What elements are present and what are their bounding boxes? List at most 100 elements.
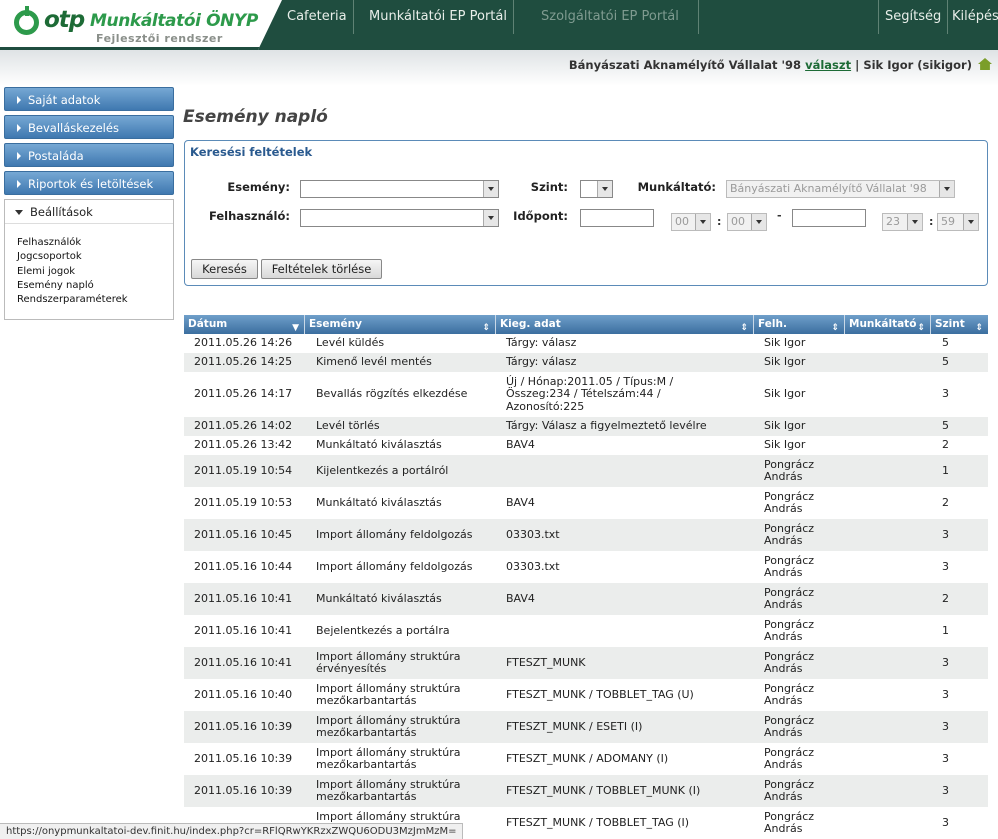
home-icon[interactable] xyxy=(978,58,992,70)
column-header-date[interactable]: Dátum ▼ xyxy=(184,315,305,334)
cell-line: Azonosító:225 xyxy=(506,399,585,413)
from-minute-select[interactable]: 00 xyxy=(727,213,767,231)
cell-line: András xyxy=(764,790,803,803)
sidebar-subitem-rendszerparameterek[interactable]: Rendszerparaméterek xyxy=(17,293,173,307)
cell-level: 2 xyxy=(942,436,982,455)
column-header-user[interactable]: Felh. ⇕ xyxy=(754,315,845,334)
chevron-down-icon xyxy=(15,210,23,215)
nav-munkaltatoi-ep-portal[interactable]: Munkáltatói EP Portál xyxy=(363,0,514,34)
cell-line: Tárgy: válasz xyxy=(506,355,577,369)
table-row[interactable]: 2011.05.26 14:25 Kimenő levél mentés Tárgy… xyxy=(184,353,988,372)
cell-text: 3 xyxy=(942,751,949,765)
column-header-event[interactable]: Esemény ⇕ xyxy=(305,315,496,334)
table-row[interactable]: 2011.05.16 10:41 Import állomány struktúr… xyxy=(184,647,988,679)
cell-level: 3 xyxy=(942,551,982,583)
logout-link[interactable]: Kilépés xyxy=(946,0,998,34)
cell-date: 2011.05.16 10:40 xyxy=(194,679,304,711)
table-row[interactable]: 2011.05.16 10:40 Import állomány struktúr… xyxy=(184,679,988,711)
cell-event: Munkáltató kiválasztás xyxy=(316,487,504,519)
cell-date: 2011.05.26 14:17 xyxy=(194,372,304,417)
change-company-link[interactable]: választ xyxy=(805,58,851,72)
sidebar-item-riportok[interactable]: Riportok és letöltések xyxy=(4,171,174,195)
sidebar-subitem-jogcsoportok[interactable]: Jogcsoportok xyxy=(17,250,173,264)
employer-label: Munkáltató: xyxy=(637,180,716,194)
cell-line: Munkáltató kiválasztás xyxy=(316,438,442,452)
event-select[interactable] xyxy=(300,180,499,198)
chevron-down-icon xyxy=(695,214,710,230)
to-minute-select[interactable]: 59 xyxy=(937,213,979,231)
table-row[interactable]: 2011.05.16 10:39 Import állomány struktúr… xyxy=(184,775,988,807)
sidebar-item-sajat-adatok[interactable]: Saját adatok xyxy=(4,87,174,111)
help-link[interactable]: Segítség xyxy=(878,0,949,34)
sidebar-subitem-elemi-jogok[interactable]: Elemi jogok xyxy=(17,265,173,279)
cell-line: Tárgy: Válasz a figyelmeztető levélre xyxy=(506,419,707,433)
cell-level: 3 xyxy=(942,711,982,743)
cell-user: Pongrácz András xyxy=(764,551,844,583)
cell-date: 2011.05.16 10:39 xyxy=(194,711,304,743)
cell-line: mezőkarbantartás xyxy=(316,790,417,803)
logo[interactable]: otp Munkáltatói ÖNYP Fejlesztői rendszer xyxy=(0,0,282,50)
table-row[interactable]: 2011.05.16 10:39 Import állomány struktúr… xyxy=(184,711,988,743)
nav-cafeteria[interactable]: Cafeteria xyxy=(281,0,354,34)
cell-event: Import állomány struktúramezőkarbantartá… xyxy=(316,775,504,807)
table-row[interactable]: 2011.05.19 10:53 Munkáltató kiválasztás BA… xyxy=(184,487,988,519)
cell-text: 2011.05.16 10:40 xyxy=(194,687,293,701)
time-label: Időpont: xyxy=(513,209,568,223)
nav-szolgaltatoi-ep-portal: Szolgáltatói EP Portál xyxy=(535,0,699,34)
cell-event: Import állomány struktúra érvényesítés xyxy=(316,647,504,679)
column-header-level[interactable]: Szint ⇕ xyxy=(931,315,988,334)
sidebar-subitem-felhasznalok[interactable]: Felhasználók xyxy=(17,236,173,250)
from-hour-select[interactable]: 00 xyxy=(671,213,711,231)
chevron-right-icon xyxy=(17,152,21,160)
page-title: Esemény napló xyxy=(183,107,328,127)
cell-extra: FTESZT_MUNK / TOBBLET_MUNK (I) xyxy=(506,775,756,807)
table-row[interactable]: 2011.05.26 14:26 Levél küldés Tárgy: válas… xyxy=(184,334,988,353)
column-header-employer[interactable]: Munkáltató ⇕ xyxy=(845,315,931,334)
table-row[interactable]: 2011.05.19 10:54 Kijelentkezés a portálró… xyxy=(184,455,988,487)
cell-event: Munkáltató kiválasztás xyxy=(316,583,504,615)
cell-text: 3 xyxy=(942,719,949,733)
table-row[interactable]: 2011.05.26 14:02 Levél törlés Tárgy: Válas… xyxy=(184,417,988,436)
cell-text: 3 xyxy=(942,559,949,573)
table-row[interactable]: 2011.05.16 10:39 Import állomány struktúr… xyxy=(184,743,988,775)
cell-event: Import állomány feldolgozás xyxy=(316,519,504,551)
level-select[interactable] xyxy=(580,180,613,198)
cell-event: Kijelentkezés a portálról xyxy=(316,455,504,487)
cell-text: 2011.05.16 10:39 xyxy=(194,719,293,733)
level-label: Szint: xyxy=(530,180,568,194)
sidebar-item-beallitasok[interactable]: Beállítások xyxy=(5,200,173,224)
sidebar-subitem-esemeny-naplo[interactable]: Esemény napló xyxy=(17,279,173,293)
table-row[interactable]: 2011.05.16 10:41 Bejelentkezés a portálra… xyxy=(184,615,988,647)
cell-text: 2011.05.16 10:39 xyxy=(194,783,293,797)
cell-level: 3 xyxy=(942,807,982,839)
column-header-extra[interactable]: Kieg. adat ⇕ xyxy=(496,315,754,334)
date-to-input[interactable] xyxy=(792,209,866,227)
cell-line: András xyxy=(764,726,803,739)
cell-date: 2011.05.16 10:41 xyxy=(194,615,304,647)
user-select[interactable] xyxy=(300,209,499,227)
table-row[interactable]: 2011.05.26 13:42 Munkáltató kiválasztás BA… xyxy=(184,436,988,455)
table-row[interactable]: 2011.05.26 14:17 Bevallás rögzítés elkezd… xyxy=(184,372,988,417)
cell-text: 2011.05.19 10:54 xyxy=(194,463,293,477)
cell-date: 2011.05.16 10:41 xyxy=(194,583,304,615)
cell-text: 2011.05.26 14:02 xyxy=(194,419,293,433)
sidebar-item-postalada[interactable]: Postaláda xyxy=(4,143,174,167)
top-navigation-bar: otp Munkáltatói ÖNYP Fejlesztői rendszer… xyxy=(0,0,998,50)
table-row[interactable]: 2011.05.16 10:44 Import állomány feldolgo… xyxy=(184,551,988,583)
event-label: Esemény: xyxy=(227,180,290,194)
search-button[interactable]: Keresés xyxy=(191,259,258,279)
table-row[interactable]: 2011.05.16 10:41 Munkáltató kiválasztás BA… xyxy=(184,583,988,615)
cell-date: 2011.05.16 10:45 xyxy=(194,519,304,551)
sidebar-item-bevallaskezeles[interactable]: Bevalláskezelés xyxy=(4,115,174,139)
to-hour-select[interactable]: 23 xyxy=(882,213,923,231)
cell-line: András xyxy=(764,534,803,547)
date-from-input[interactable] xyxy=(580,209,654,227)
cell-text: 2011.05.16 10:41 xyxy=(194,591,293,605)
cell-event: Import állomány struktúramezőkarbantartá… xyxy=(316,679,504,711)
cell-line: mezőkarbantartás xyxy=(316,694,417,707)
clear-filters-button[interactable]: Feltételek törlése xyxy=(261,259,382,279)
table-row[interactable]: 2011.05.16 10:45 Import állomány feldolgo… xyxy=(184,519,988,551)
sidebar-section-beallitasok: Beállítások Felhasználók Jogcsoportok El… xyxy=(4,199,174,320)
cell-text: 1 xyxy=(942,463,949,477)
cell-level: 3 xyxy=(942,679,982,711)
